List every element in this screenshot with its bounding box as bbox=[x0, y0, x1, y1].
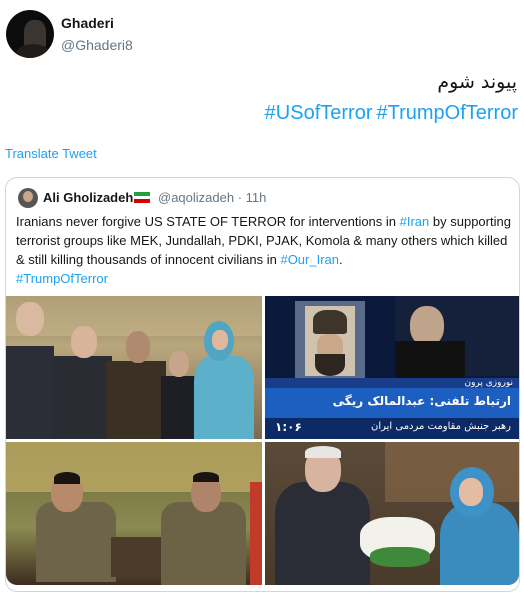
quoted-author-avatar[interactable] bbox=[18, 188, 38, 208]
photo-tv-broadcast[interactable]: نوروزی پرون ارتباط تلفنی: عبدالمالک ریگی… bbox=[265, 296, 519, 439]
tweet-hashtags: #USofTerror #TrumpOfTerror bbox=[261, 102, 518, 125]
quoted-author-name[interactable]: Ali Gholizadeh bbox=[43, 190, 133, 205]
avatar-figure-body bbox=[16, 44, 50, 58]
hashtag-link[interactable]: #Iran bbox=[400, 214, 430, 229]
quoted-tweet-text: Iranians never forgive US STATE OF TERRO… bbox=[16, 212, 511, 288]
author-name[interactable]: Ghaderi bbox=[61, 15, 114, 31]
quoted-author-handle-time[interactable]: @aqolizadeh · 11h bbox=[158, 190, 266, 205]
author-avatar[interactable] bbox=[6, 10, 54, 58]
hashtag-link[interactable]: #TrumpOfTerror bbox=[16, 271, 108, 286]
tweet-text: پیوند شوم bbox=[437, 71, 517, 93]
quoted-tweet-card[interactable]: Ali Gholizadeh @aqolizadeh · 11h Iranian… bbox=[5, 177, 520, 592]
tv-caption-top: نوروزی پرون bbox=[464, 378, 513, 388]
translate-tweet-link[interactable]: Translate Tweet bbox=[5, 146, 97, 161]
photo-flowers-meeting[interactable] bbox=[265, 442, 519, 585]
quoted-text-segment: Iranians never forgive US STATE OF TERRO… bbox=[16, 214, 400, 229]
hashtag-link[interactable]: #TrumpOfTerror bbox=[376, 102, 518, 124]
tv-caption-sub: رهبر جنبش مقاومت مردمی ایران bbox=[370, 421, 511, 432]
media-grid: نوروزی پرون ارتباط تلفنی: عبدالمالک ریگی… bbox=[6, 296, 519, 586]
hashtag-link[interactable]: #USofTerror bbox=[265, 102, 373, 124]
tv-caption-main: ارتباط تلفنی: عبدالمالک ریگی bbox=[332, 394, 511, 408]
tv-caption-number: ۱:۰۶ bbox=[275, 420, 302, 434]
quoted-text-segment: . bbox=[339, 252, 343, 267]
author-handle[interactable]: @Ghaderi8 bbox=[61, 37, 133, 53]
photo-two-men-seated[interactable] bbox=[6, 442, 262, 585]
photo-group-meeting[interactable] bbox=[6, 296, 262, 439]
hashtag-link[interactable]: #Our_Iran bbox=[280, 252, 339, 267]
iran-flag-icon bbox=[134, 192, 150, 204]
